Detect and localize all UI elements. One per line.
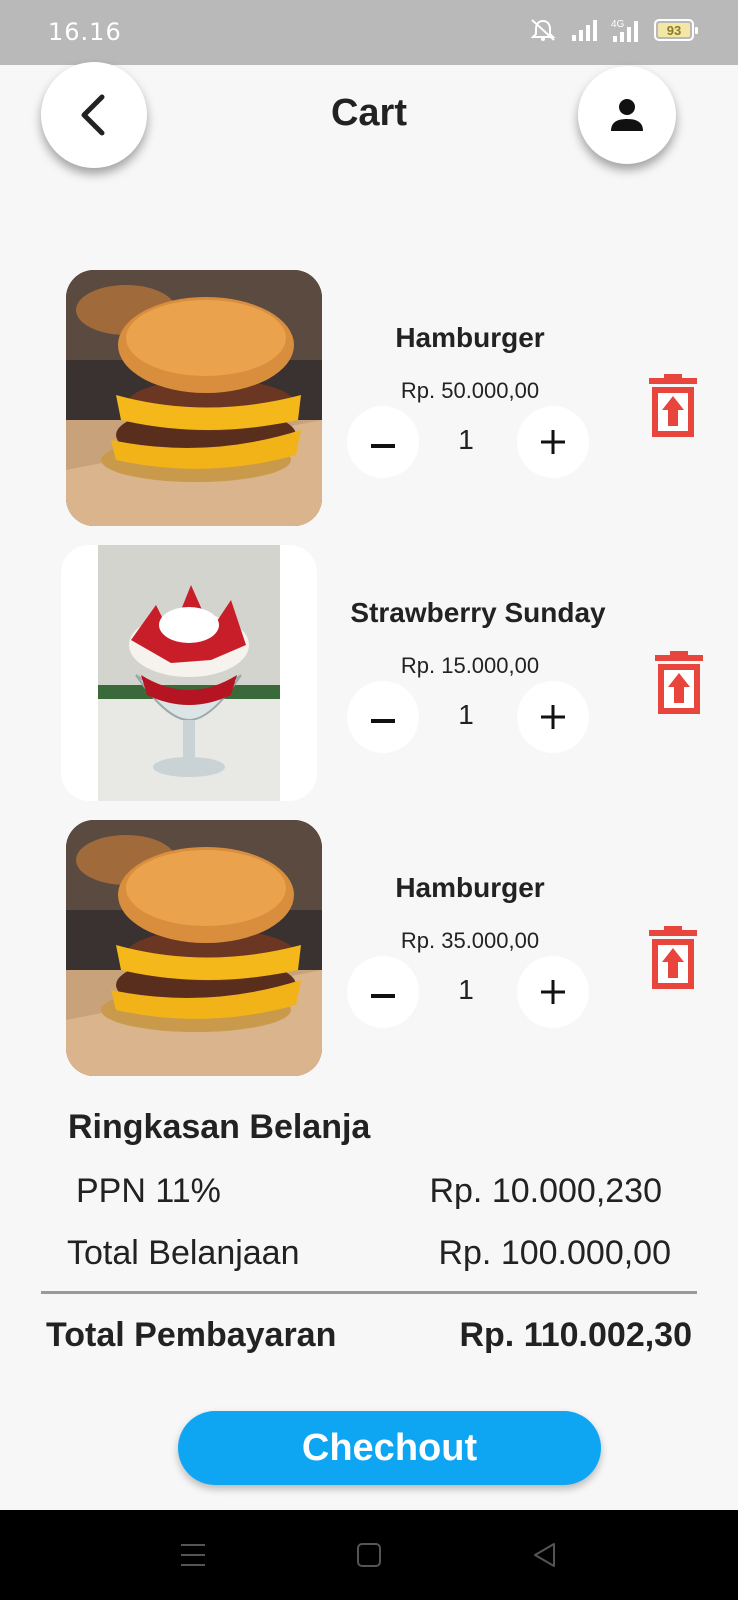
summary-divider (41, 1291, 697, 1294)
decrease-qty-button[interactable] (347, 681, 419, 753)
signal-icon (572, 20, 597, 41)
checkout-button[interactable]: Chechout (178, 1411, 601, 1485)
plus-icon (541, 430, 565, 454)
square-icon (357, 1543, 381, 1567)
increase-qty-button[interactable] (517, 406, 589, 478)
total-label: Total Pembayaran (46, 1316, 337, 1354)
system-nav-bar (0, 1510, 738, 1600)
ppn-value: Rp. 10.000,230 (429, 1172, 662, 1210)
menu-lines-icon (181, 1544, 205, 1566)
item-price: Rp. 15.000,00 (400, 653, 540, 678)
total-value: Rp. 110.002,30 (459, 1316, 692, 1354)
status-bar: 16.16 4G 93 (0, 0, 738, 65)
subtotal-value: Rp. 100.000,00 (438, 1234, 671, 1272)
svg-text:4G: 4G (611, 19, 625, 30)
hamburger-photo (66, 270, 322, 526)
trash-icon (649, 374, 697, 437)
profile-button[interactable] (578, 66, 676, 164)
battery-icon: 93 (654, 19, 698, 41)
cart-item: Hamburger Rp. 50.000,00 1 (0, 270, 738, 526)
delete-item-button[interactable] (653, 651, 705, 715)
item-price: Rp. 50.000,00 (400, 378, 540, 403)
increase-qty-button[interactable] (517, 681, 589, 753)
person-icon (611, 99, 643, 131)
delete-item-button[interactable] (647, 374, 699, 438)
back-nav-button[interactable] (528, 1538, 562, 1572)
qty-value: 1 (458, 974, 474, 1005)
decrease-qty-button[interactable] (347, 956, 419, 1028)
item-price: Rp. 35.000,00 (400, 928, 540, 953)
cart-item: Hamburger Rp. 35.000,00 1 (0, 820, 738, 1076)
minus-icon (371, 994, 395, 998)
item-name: Hamburger (395, 872, 545, 903)
delete-item-button[interactable] (647, 926, 699, 990)
subtotal-label: Total Belanjaan (67, 1234, 300, 1272)
minus-icon (371, 444, 395, 448)
item-name: Hamburger (395, 322, 545, 353)
signal-4g-icon: 4G (611, 19, 638, 42)
ppn-label: PPN 11% (76, 1172, 221, 1210)
trash-icon (655, 651, 703, 714)
status-time: 16.16 (48, 18, 122, 46)
increase-qty-button[interactable] (517, 956, 589, 1028)
triangle-back-icon (534, 1543, 555, 1567)
plus-icon (541, 980, 565, 1004)
plus-icon (541, 705, 565, 729)
qty-value: 1 (458, 699, 474, 730)
summary-title: Ringkasan Belanja (68, 1108, 371, 1146)
item-name: Strawberry Sunday (350, 597, 606, 628)
recents-button[interactable] (176, 1538, 210, 1572)
trash-icon (649, 926, 697, 989)
battery-level: 93 (666, 22, 682, 38)
strawberry-sundae-photo (61, 545, 317, 801)
decrease-qty-button[interactable] (347, 406, 419, 478)
hamburger-photo (66, 820, 322, 1076)
mute-bell-icon (530, 19, 556, 41)
minus-icon (371, 719, 395, 723)
home-button[interactable] (352, 1538, 386, 1572)
cart-item: Strawberry Sunday Rp. 15.000,00 1 (0, 545, 738, 801)
qty-value: 1 (458, 424, 474, 455)
status-icons: 4G 93 (528, 18, 698, 42)
